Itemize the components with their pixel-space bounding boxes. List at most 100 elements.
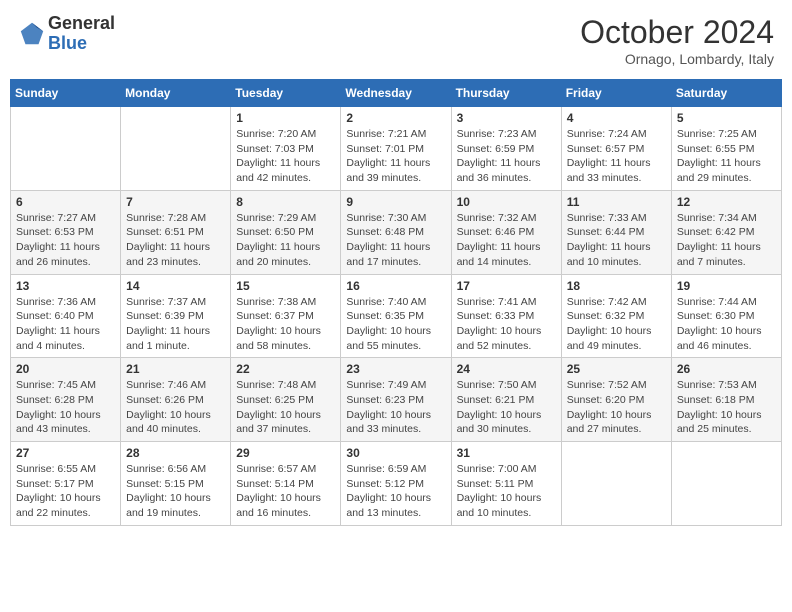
day-info: Sunrise: 7:46 AMSunset: 6:26 PMDaylight:… [126, 378, 225, 437]
day-info: Sunrise: 7:38 AMSunset: 6:37 PMDaylight:… [236, 295, 335, 354]
day-cell: 7Sunrise: 7:28 AMSunset: 6:51 PMDaylight… [121, 190, 231, 274]
day-info: Sunrise: 7:34 AMSunset: 6:42 PMDaylight:… [677, 211, 776, 270]
day-cell [561, 442, 671, 526]
day-cell: 5 Sunrise: 7:25 AMSunset: 6:55 PMDaylight… [671, 107, 781, 191]
day-cell: 12 Sunrise: 7:34 AMSunset: 6:42 PMDayligh… [671, 190, 781, 274]
day-number: 16 [346, 279, 445, 293]
day-info: Sunrise: 7:32 AMSunset: 6:46 PMDaylight:… [457, 211, 556, 270]
day-cell: 2 Sunrise: 7:21 AMSunset: 7:01 PMDaylight… [341, 107, 451, 191]
day-number: 4 [567, 111, 666, 125]
day-info: Sunrise: 6:56 AMSunset: 5:15 PMDaylight:… [126, 462, 225, 521]
calendar-header-row: SundayMondayTuesdayWednesdayThursdayFrid… [11, 80, 782, 107]
day-number: 22 [236, 362, 335, 376]
day-cell: 27 Sunrise: 6:55 AMSunset: 5:17 PMDayligh… [11, 442, 121, 526]
month-title: October 2024 [580, 14, 774, 51]
day-cell: 11Sunrise: 7:33 AMSunset: 6:44 PMDayligh… [561, 190, 671, 274]
column-header-tuesday: Tuesday [231, 80, 341, 107]
day-info: Sunrise: 7:40 AMSunset: 6:35 PMDaylight:… [346, 295, 445, 354]
day-info: Sunrise: 6:59 AMSunset: 5:12 PMDaylight:… [346, 462, 445, 521]
day-number: 28 [126, 446, 225, 460]
day-info: Sunrise: 7:41 AMSunset: 6:33 PMDaylight:… [457, 295, 556, 354]
day-info: Sunrise: 7:23 AMSunset: 6:59 PMDaylight:… [457, 127, 556, 186]
day-number: 24 [457, 362, 556, 376]
calendar-table: SundayMondayTuesdayWednesdayThursdayFrid… [10, 79, 782, 526]
day-number: 8 [236, 195, 335, 209]
day-info: Sunrise: 7:27 AMSunset: 6:53 PMDaylight:… [16, 211, 115, 270]
day-info: Sunrise: 6:55 AMSunset: 5:17 PMDaylight:… [16, 462, 115, 521]
day-cell: 30 Sunrise: 6:59 AMSunset: 5:12 PMDayligh… [341, 442, 451, 526]
column-header-monday: Monday [121, 80, 231, 107]
day-cell: 26Sunrise: 7:53 AMSunset: 6:18 PMDayligh… [671, 358, 781, 442]
day-cell [671, 442, 781, 526]
day-info: Sunrise: 7:30 AMSunset: 6:48 PMDaylight:… [346, 211, 445, 270]
week-row-3: 13Sunrise: 7:36 AMSunset: 6:40 PMDayligh… [11, 274, 782, 358]
day-cell: 3 Sunrise: 7:23 AMSunset: 6:59 PMDaylight… [451, 107, 561, 191]
week-row-2: 6 Sunrise: 7:27 AMSunset: 6:53 PMDaylight… [11, 190, 782, 274]
day-number: 14 [126, 279, 225, 293]
day-number: 20 [16, 362, 115, 376]
logo-text: GeneralBlue [48, 14, 115, 54]
page-header: GeneralBlue October 2024 Ornago, Lombard… [10, 10, 782, 71]
column-header-saturday: Saturday [671, 80, 781, 107]
day-info: Sunrise: 7:33 AMSunset: 6:44 PMDaylight:… [567, 211, 666, 270]
day-number: 21 [126, 362, 225, 376]
day-cell: 15 Sunrise: 7:38 AMSunset: 6:37 PMDayligh… [231, 274, 341, 358]
day-cell [121, 107, 231, 191]
day-info: Sunrise: 7:50 AMSunset: 6:21 PMDaylight:… [457, 378, 556, 437]
day-info: Sunrise: 7:20 AMSunset: 7:03 PMDaylight:… [236, 127, 335, 186]
day-cell: 6 Sunrise: 7:27 AMSunset: 6:53 PMDaylight… [11, 190, 121, 274]
logo-icon [18, 20, 46, 48]
day-cell: 29 Sunrise: 6:57 AMSunset: 5:14 PMDayligh… [231, 442, 341, 526]
day-number: 31 [457, 446, 556, 460]
day-number: 13 [16, 279, 115, 293]
day-info: Sunrise: 7:24 AMSunset: 6:57 PMDaylight:… [567, 127, 666, 186]
day-number: 26 [677, 362, 776, 376]
day-number: 12 [677, 195, 776, 209]
day-cell: 9 Sunrise: 7:30 AMSunset: 6:48 PMDaylight… [341, 190, 451, 274]
day-number: 3 [457, 111, 556, 125]
day-cell: 4 Sunrise: 7:24 AMSunset: 6:57 PMDaylight… [561, 107, 671, 191]
day-number: 30 [346, 446, 445, 460]
location-subtitle: Ornago, Lombardy, Italy [580, 51, 774, 67]
day-info: Sunrise: 7:25 AMSunset: 6:55 PMDaylight:… [677, 127, 776, 186]
day-number: 18 [567, 279, 666, 293]
week-row-1: 1 Sunrise: 7:20 AMSunset: 7:03 PMDaylight… [11, 107, 782, 191]
day-cell: 16 Sunrise: 7:40 AMSunset: 6:35 PMDayligh… [341, 274, 451, 358]
day-info: Sunrise: 7:44 AMSunset: 6:30 PMDaylight:… [677, 295, 776, 354]
title-block: October 2024 Ornago, Lombardy, Italy [580, 14, 774, 67]
column-header-sunday: Sunday [11, 80, 121, 107]
day-cell: 21 Sunrise: 7:46 AMSunset: 6:26 PMDayligh… [121, 358, 231, 442]
day-number: 19 [677, 279, 776, 293]
day-info: Sunrise: 6:57 AMSunset: 5:14 PMDaylight:… [236, 462, 335, 521]
day-info: Sunrise: 7:21 AMSunset: 7:01 PMDaylight:… [346, 127, 445, 186]
day-cell: 17Sunrise: 7:41 AMSunset: 6:33 PMDayligh… [451, 274, 561, 358]
day-info: Sunrise: 7:29 AMSunset: 6:50 PMDaylight:… [236, 211, 335, 270]
week-row-5: 27 Sunrise: 6:55 AMSunset: 5:17 PMDayligh… [11, 442, 782, 526]
day-number: 15 [236, 279, 335, 293]
day-info: Sunrise: 7:52 AMSunset: 6:20 PMDaylight:… [567, 378, 666, 437]
column-header-thursday: Thursday [451, 80, 561, 107]
logo: GeneralBlue [18, 14, 115, 54]
day-info: Sunrise: 7:45 AMSunset: 6:28 PMDaylight:… [16, 378, 115, 437]
week-row-4: 20 Sunrise: 7:45 AMSunset: 6:28 PMDayligh… [11, 358, 782, 442]
day-number: 10 [457, 195, 556, 209]
day-info: Sunrise: 7:37 AMSunset: 6:39 PMDaylight:… [126, 295, 225, 354]
day-number: 29 [236, 446, 335, 460]
day-number: 6 [16, 195, 115, 209]
day-info: Sunrise: 7:42 AMSunset: 6:32 PMDaylight:… [567, 295, 666, 354]
day-cell: 10 Sunrise: 7:32 AMSunset: 6:46 PMDayligh… [451, 190, 561, 274]
day-number: 5 [677, 111, 776, 125]
column-header-friday: Friday [561, 80, 671, 107]
day-info: Sunrise: 7:48 AMSunset: 6:25 PMDaylight:… [236, 378, 335, 437]
day-number: 2 [346, 111, 445, 125]
day-cell: 31 Sunrise: 7:00 AMSunset: 5:11 PMDayligh… [451, 442, 561, 526]
day-info: Sunrise: 7:28 AMSunset: 6:51 PMDaylight:… [126, 211, 225, 270]
day-cell: 24 Sunrise: 7:50 AMSunset: 6:21 PMDayligh… [451, 358, 561, 442]
day-cell: 25Sunrise: 7:52 AMSunset: 6:20 PMDayligh… [561, 358, 671, 442]
day-info: Sunrise: 7:49 AMSunset: 6:23 PMDaylight:… [346, 378, 445, 437]
day-number: 1 [236, 111, 335, 125]
day-number: 9 [346, 195, 445, 209]
day-number: 27 [16, 446, 115, 460]
day-info: Sunrise: 7:00 AMSunset: 5:11 PMDaylight:… [457, 462, 556, 521]
day-cell: 22 Sunrise: 7:48 AMSunset: 6:25 PMDayligh… [231, 358, 341, 442]
